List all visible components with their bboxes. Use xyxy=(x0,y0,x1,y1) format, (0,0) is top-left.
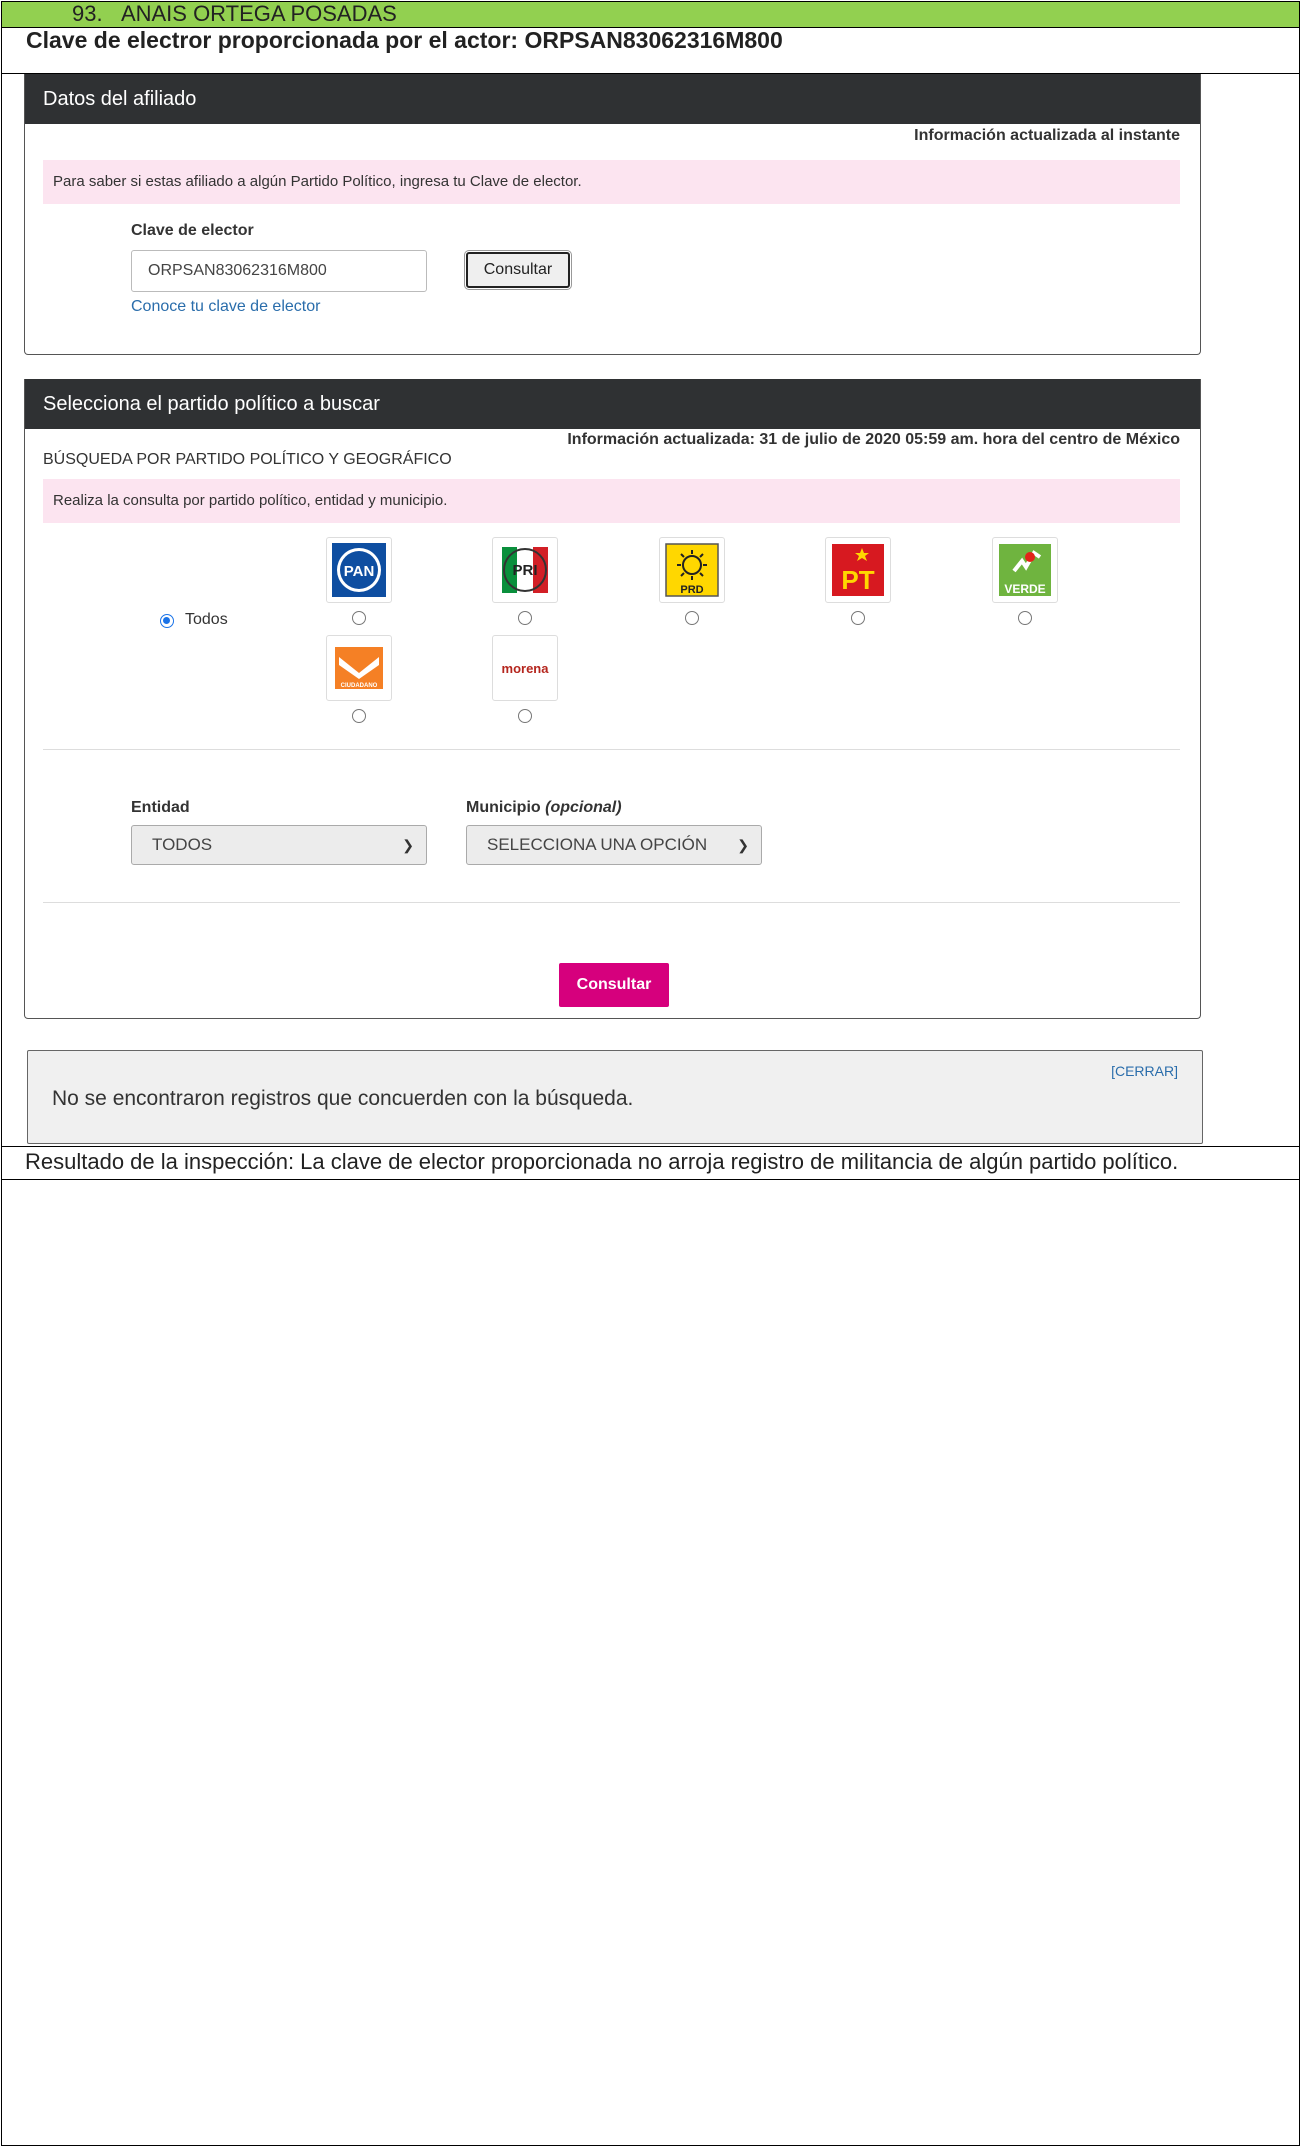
pan-logo[interactable]: PAN xyxy=(326,537,392,603)
pan-icon: PAN xyxy=(332,543,386,597)
morena-text: morena xyxy=(501,660,549,676)
search-subtitle: BÚSQUEDA POR PARTIDO POLÍTICO Y GEOGRÁFI… xyxy=(43,451,452,468)
close-link[interactable]: [CERRAR] xyxy=(1111,1063,1178,1079)
verde-text: VERDE xyxy=(1004,582,1045,596)
todos-label: Todos xyxy=(185,611,228,628)
verde-icon: VERDE xyxy=(999,544,1051,596)
pri-icon: PRI xyxy=(502,547,548,593)
prd-icon: PRD xyxy=(665,543,719,597)
info-notice: Para saber si estas afiliado a algún Par… xyxy=(43,160,1180,204)
person-name: ANAIS ORTEGA POSADAS xyxy=(120,1,397,26)
prd-text: PRD xyxy=(680,584,703,596)
prd-logo[interactable]: PRD xyxy=(659,537,725,603)
result-row: Resultado de la inspección: La clave de … xyxy=(1,1146,1300,1180)
mc-logo[interactable]: CIUDADANO xyxy=(326,635,392,701)
todos-radio[interactable] xyxy=(160,614,174,628)
municipio-optional: (opcional) xyxy=(545,799,622,816)
entidad-label: Entidad xyxy=(131,799,190,816)
morena-logo[interactable]: morena xyxy=(492,635,558,701)
result-notice: [CERRAR] No se encontraron registros que… xyxy=(27,1050,1203,1144)
mc-icon: CIUDADANO xyxy=(335,647,383,689)
panel-title: Selecciona el partido político a buscar xyxy=(25,379,1200,429)
municipio-label: Municipio (opcional) xyxy=(466,799,622,816)
clave-label: Clave de elector xyxy=(131,222,254,239)
morena-radio[interactable] xyxy=(518,709,532,723)
pri-radio[interactable] xyxy=(518,611,532,625)
pt-radio[interactable] xyxy=(851,611,865,625)
pri-text: PRI xyxy=(512,562,537,579)
divider xyxy=(43,749,1180,750)
pt-logo[interactable]: PT xyxy=(825,537,891,603)
consultar-button[interactable]: Consultar xyxy=(559,963,669,1007)
partido-panel: Selecciona el partido político a buscar … xyxy=(24,379,1201,1019)
entidad-value: TODOS xyxy=(152,835,213,854)
pan-radio[interactable] xyxy=(352,611,366,625)
pt-text: PT xyxy=(841,565,874,595)
result-message: No se encontraron registros que concuerd… xyxy=(52,1087,634,1110)
verde-logo[interactable]: VERDE xyxy=(992,537,1058,603)
item-number: 93. xyxy=(72,1,103,26)
clave-line: Clave de electror proporcionada por el a… xyxy=(26,27,783,53)
panel-title: Datos del afiliado xyxy=(25,74,1200,124)
municipio-value: SELECCIONA UNA OPCIÓN xyxy=(487,835,708,854)
pt-icon: PT xyxy=(832,544,884,596)
pri-logo[interactable]: PRI xyxy=(492,537,558,603)
divider xyxy=(43,902,1180,903)
chevron-down-icon: ❯ xyxy=(402,837,414,853)
pan-text: PAN xyxy=(344,563,375,580)
result-line: Resultado de la inspección: La clave de … xyxy=(25,1149,1179,1174)
info-notice: Realiza la consulta por partido político… xyxy=(43,479,1180,523)
update-info: Información actualizada al instante xyxy=(914,127,1180,144)
prd-radio[interactable] xyxy=(685,611,699,625)
entidad-select[interactable]: TODOS ❯ xyxy=(131,825,427,865)
chevron-down-icon: ❯ xyxy=(737,837,749,853)
verde-radio[interactable] xyxy=(1018,611,1032,625)
conoce-clave-link[interactable]: Conoce tu clave de elector xyxy=(131,298,320,316)
clave-row: Clave de electror proporcionada por el a… xyxy=(1,27,1300,74)
mc-text: CIUDADANO xyxy=(341,683,378,689)
screenshot: Datos del afiliado Información actualiza… xyxy=(24,74,1203,1146)
clave-input[interactable]: ORPSAN83062316M800 xyxy=(131,250,427,292)
header-row: 93. ANAIS ORTEGA POSADAS xyxy=(1,1,1300,28)
update-info: Información actualizada: 31 de julio de … xyxy=(567,431,1180,448)
afiliado-panel: Datos del afiliado Información actualiza… xyxy=(24,74,1201,355)
mc-radio[interactable] xyxy=(352,709,366,723)
municipio-select[interactable]: SELECCIONA UNA OPCIÓN ❯ xyxy=(466,825,762,865)
consultar-button[interactable]: Consultar xyxy=(464,250,572,290)
